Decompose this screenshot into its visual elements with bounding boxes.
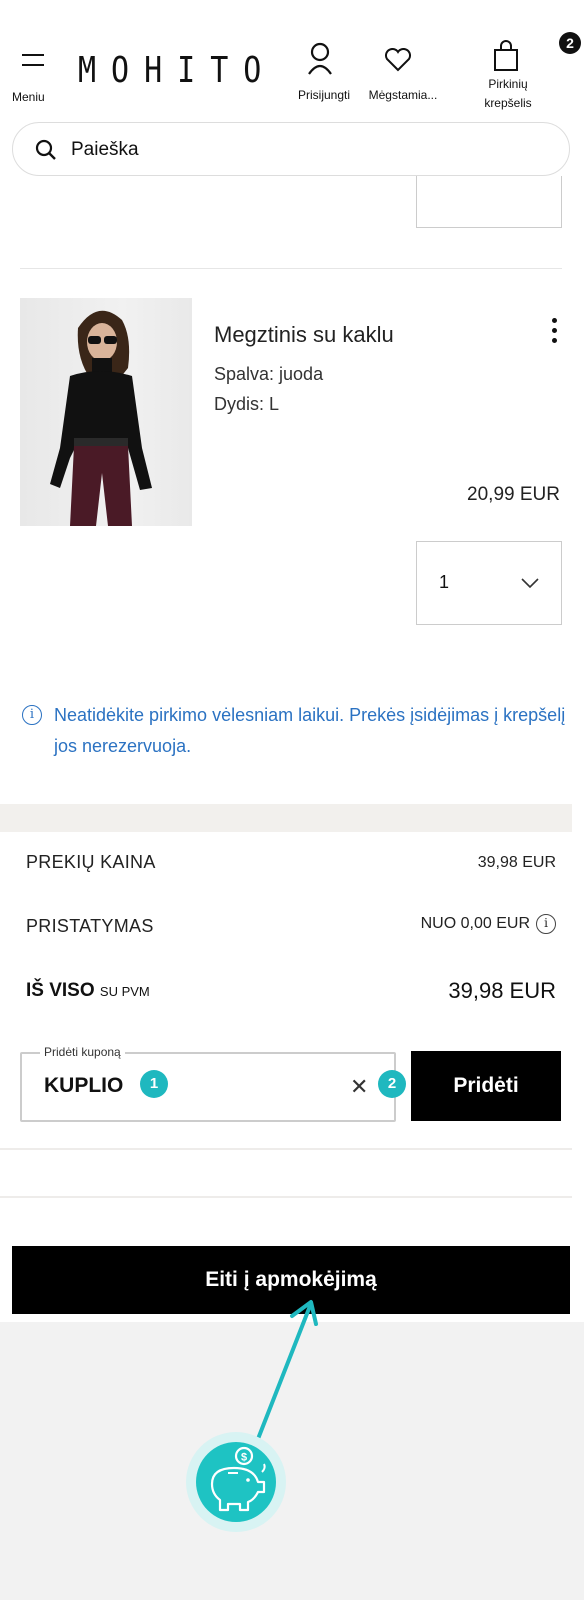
piggy-bank-icon: $ <box>210 1446 266 1512</box>
svg-text:$: $ <box>241 1452 247 1464</box>
annotation-arrow <box>254 1300 318 1446</box>
piggy-bank-badge: $ <box>186 1432 286 1532</box>
